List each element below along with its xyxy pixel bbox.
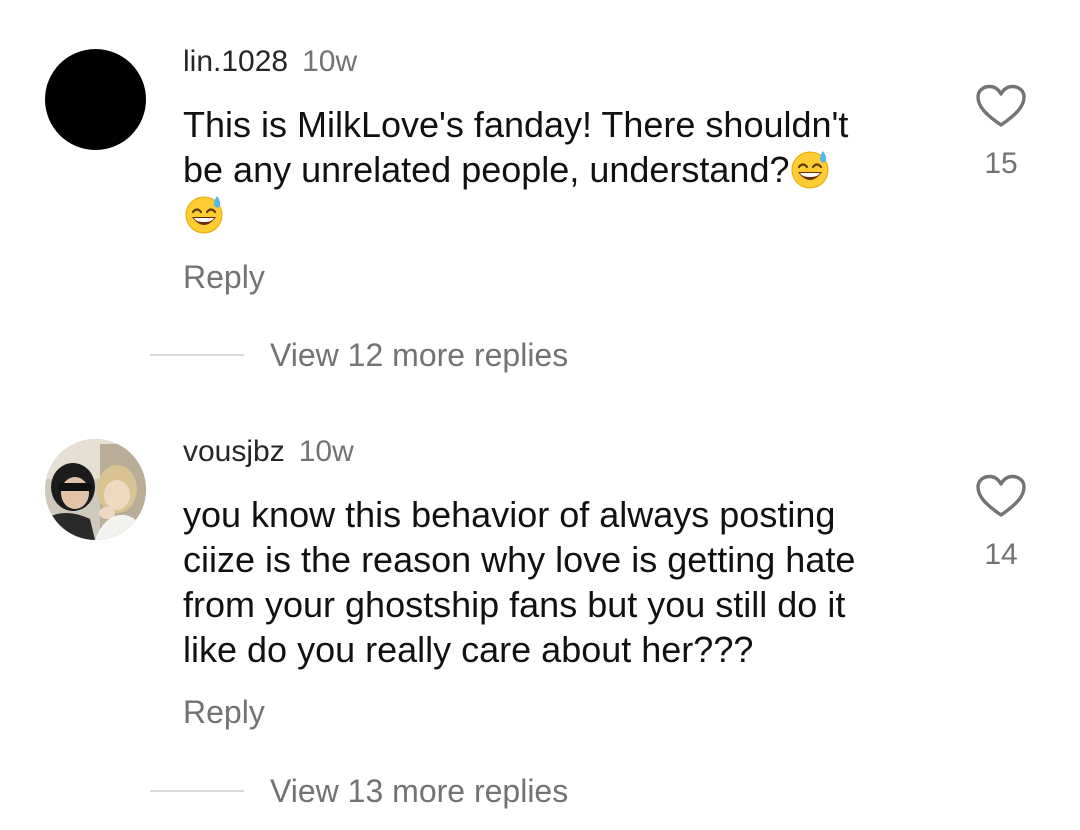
- reply-button[interactable]: Reply: [183, 258, 265, 296]
- view-replies-button[interactable]: View 13 more replies: [150, 771, 650, 811]
- reply-button[interactable]: Reply: [183, 693, 265, 731]
- view-replies-label: View 13 more replies: [270, 773, 569, 809]
- heart-outline-icon: [976, 84, 1026, 127]
- profile-photo: [45, 439, 146, 540]
- comment-meta: vousjbz 10w: [183, 434, 354, 470]
- comment-line: like do you really care about her???: [183, 629, 754, 670]
- comment-text: This is MilkLove's fanday! There shouldn…: [183, 102, 943, 237]
- view-replies-button[interactable]: View 12 more replies: [150, 335, 650, 375]
- replies-divider: [150, 354, 244, 356]
- comment-timestamp: 10w: [298, 435, 354, 468]
- like-button[interactable]: [975, 474, 1027, 518]
- grinning-face-with-sweat-icon: [183, 193, 225, 235]
- comment-line: ciize is the reason why love is getting …: [183, 539, 856, 580]
- comment-line: This is MilkLove's fanday! There shouldn…: [183, 104, 849, 145]
- grinning-face-with-sweat-icon: [789, 148, 831, 190]
- like-count: 14: [984, 538, 1018, 571]
- comment-line: be any unrelated people, understand?: [183, 149, 790, 190]
- comment-line-with-emoji: be any unrelated people, understand?: [183, 147, 943, 192]
- like-button[interactable]: [975, 84, 1027, 128]
- like-count: 15: [984, 147, 1018, 180]
- comment-emoji-line: [183, 192, 943, 237]
- comment-line: you know this behavior of always posting: [183, 494, 836, 535]
- avatar[interactable]: [45, 49, 146, 150]
- comment-text: you know this behavior of always posting…: [183, 492, 943, 672]
- avatar[interactable]: [45, 439, 146, 540]
- comment-meta: lin.1028 10w: [183, 44, 357, 80]
- replies-divider: [150, 790, 244, 792]
- comment-username[interactable]: vousjbz: [183, 435, 285, 468]
- comment-timestamp: 10w: [302, 45, 358, 78]
- comment-username[interactable]: lin.1028: [183, 45, 288, 78]
- comment-line: from your ghostship fans but you still d…: [183, 584, 846, 625]
- heart-outline-icon: [976, 474, 1026, 517]
- view-replies-label: View 12 more replies: [270, 337, 569, 373]
